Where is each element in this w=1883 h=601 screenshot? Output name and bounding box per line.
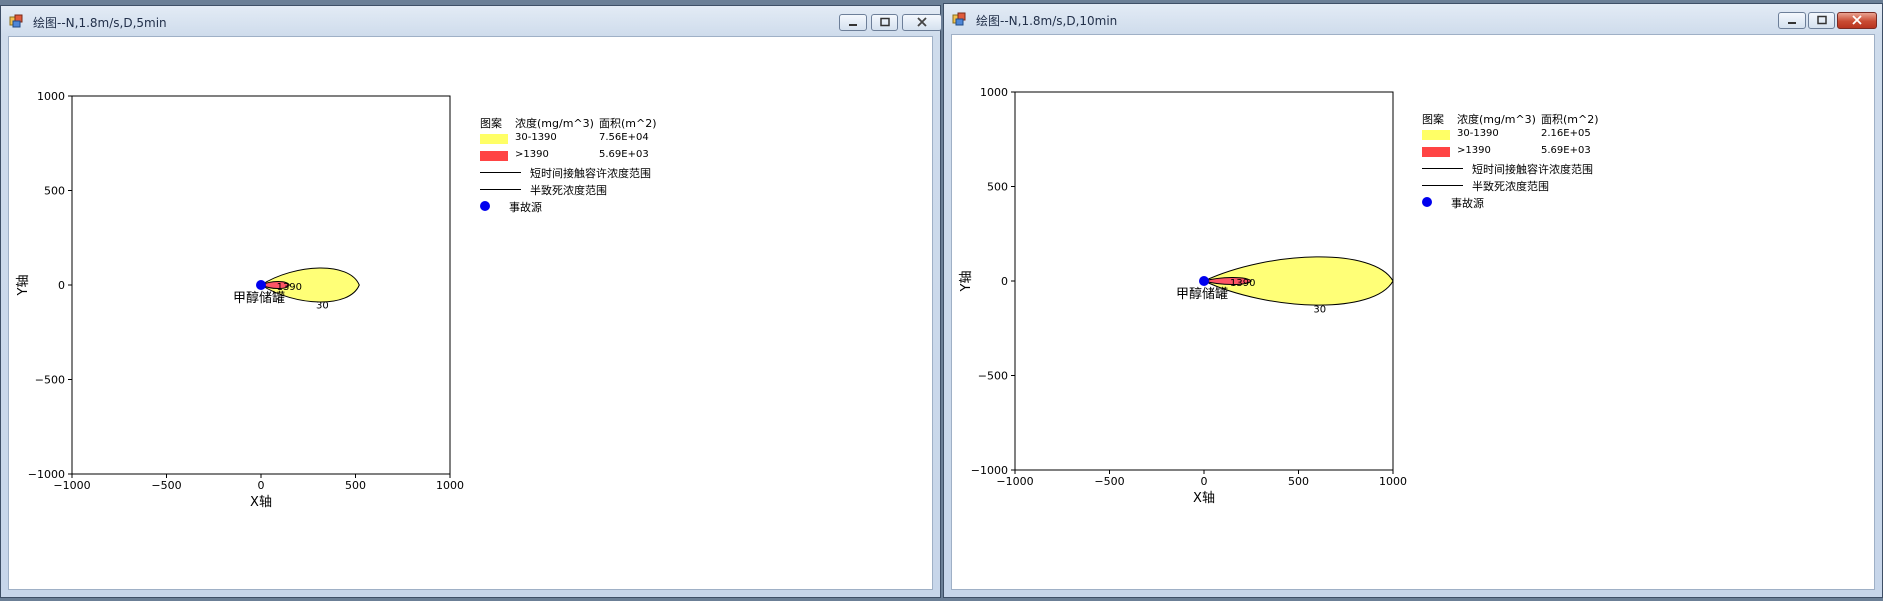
title-bar[interactable]: 绘图--N,1.8m/s,D,10min — [944, 4, 1882, 34]
y-tick-label: −1000 — [971, 464, 1008, 477]
legend-line-label: 半致死浓度范围 — [1472, 180, 1549, 193]
plot-canvas: 1390 30 甲醇储罐 −1000 −1000 −500 −500 0 0 500 500 1000… — [951, 34, 1875, 590]
x-tick-label: 1000 — [1379, 475, 1407, 488]
dispersion-plot: 139030甲醇储罐−1000−1000−500−500005005001000… — [959, 86, 1407, 506]
close-icon — [917, 17, 927, 27]
minimize-icon — [1788, 22, 1796, 24]
y-tick-label: 1000 — [980, 86, 1008, 99]
y-tick-label: 500 — [44, 185, 65, 198]
yellow-swatch — [1422, 130, 1450, 140]
x-tick-label: −500 — [1094, 475, 1124, 488]
line-sample — [480, 172, 521, 173]
y-axis-label: Y轴 — [16, 275, 31, 297]
plot-canvas: 1390 30 甲醇储罐 −1000 −1000 −500 −500 0 0 500 500 1000… — [8, 36, 933, 590]
legend-source-label: 事故源 — [1451, 197, 1484, 210]
plot-window-10min[interactable]: 绘图--N,1.8m/s,D,10min 1390 30 甲醇储罐 −1000 −100… — [943, 3, 1883, 598]
minimize-button[interactable] — [1778, 12, 1806, 29]
y-axis-label: Y轴 — [959, 271, 974, 293]
y-tick-label: 500 — [987, 181, 1008, 194]
source-label: 甲醇储罐 — [1176, 286, 1228, 302]
maximize-button[interactable] — [1808, 12, 1835, 29]
legend-header-area: 面积(m^2) — [599, 117, 657, 130]
line-sample — [480, 189, 521, 190]
x-axis-label: X轴 — [250, 495, 272, 510]
legend-header-area: 面积(m^2) — [1541, 113, 1599, 126]
legend-area-value: 5.69E+03 — [599, 149, 649, 160]
source-marker — [256, 280, 266, 290]
red-swatch — [1422, 147, 1450, 157]
legend-header-pattern: 图案 — [480, 117, 502, 130]
contour-label-30: 30 — [316, 300, 329, 311]
maximize-icon — [879, 17, 890, 27]
y-tick-label: 0 — [1001, 275, 1008, 288]
legend-range: >1390 — [1457, 145, 1491, 156]
plot-window-5min[interactable]: 绘图--N,1.8m/s,D,5min 1390 30 甲醇储罐 −1000 −1000… — [0, 5, 942, 598]
app-icon — [9, 14, 23, 28]
contour-label-1390: 1390 — [1230, 278, 1255, 289]
legend-area-value: 2.16E+05 — [1541, 128, 1591, 139]
legend-range: >1390 — [515, 149, 549, 160]
close-icon — [1852, 15, 1862, 25]
red-swatch — [480, 151, 508, 161]
legend-range: 30-1390 — [1457, 128, 1499, 139]
legend-line-label: 短时间接触容许浓度范围 — [530, 167, 651, 180]
legend-header-pattern: 图案 — [1422, 113, 1444, 126]
source-dot-icon — [1422, 197, 1432, 207]
yellow-swatch — [480, 134, 508, 144]
legend: 图案 浓度(mg/m^3) 面积(m^2) 30-1390 2.16E+05 >… — [1422, 111, 1622, 231]
x-tick-label: 0 — [1201, 475, 1208, 488]
line-sample — [1422, 185, 1463, 186]
title-bar[interactable]: 绘图--N,1.8m/s,D,5min — [1, 6, 942, 36]
source-label: 甲醇储罐 — [233, 290, 285, 306]
x-tick-label: 500 — [1288, 475, 1309, 488]
legend-source-label: 事故源 — [509, 201, 542, 214]
contour-label-30: 30 — [1313, 304, 1326, 315]
dispersion-plot: 139030甲醇储罐−1000−1000−500−500005005001000… — [16, 90, 464, 510]
legend-header-concentration: 浓度(mg/m^3) — [1457, 113, 1536, 126]
y-tick-label: −500 — [35, 374, 65, 387]
maximize-icon — [1816, 15, 1827, 25]
legend-line-label: 半致死浓度范围 — [530, 184, 607, 197]
x-axis-label: X轴 — [1193, 491, 1215, 506]
y-tick-label: −500 — [978, 370, 1008, 383]
legend-range: 30-1390 — [515, 132, 557, 143]
y-tick-label: 0 — [58, 279, 65, 292]
window-title: 绘图--N,1.8m/s,D,10min — [976, 14, 1118, 28]
close-button[interactable] — [1837, 12, 1877, 29]
minimize-icon — [849, 24, 857, 26]
app-icon — [952, 12, 966, 26]
legend-area-value: 5.69E+03 — [1541, 145, 1591, 156]
source-marker — [1199, 276, 1209, 286]
x-tick-label: 0 — [258, 479, 265, 492]
minimize-button[interactable] — [839, 14, 867, 31]
legend-header-concentration: 浓度(mg/m^3) — [515, 117, 594, 130]
line-sample — [1422, 168, 1463, 169]
x-tick-label: 1000 — [436, 479, 464, 492]
y-tick-label: 1000 — [37, 90, 65, 103]
x-tick-label: −500 — [151, 479, 181, 492]
x-tick-label: 500 — [345, 479, 366, 492]
legend-line-label: 短时间接触容许浓度范围 — [1472, 163, 1593, 176]
close-button[interactable] — [902, 14, 942, 31]
window-title: 绘图--N,1.8m/s,D,5min — [33, 16, 167, 30]
y-tick-label: −1000 — [28, 468, 65, 481]
source-dot-icon — [480, 201, 490, 211]
legend: 图案 浓度(mg/m^3) 面积(m^2) 30-1390 7.56E+04 >… — [480, 115, 680, 235]
legend-area-value: 7.56E+04 — [599, 132, 649, 143]
maximize-button[interactable] — [871, 14, 898, 31]
